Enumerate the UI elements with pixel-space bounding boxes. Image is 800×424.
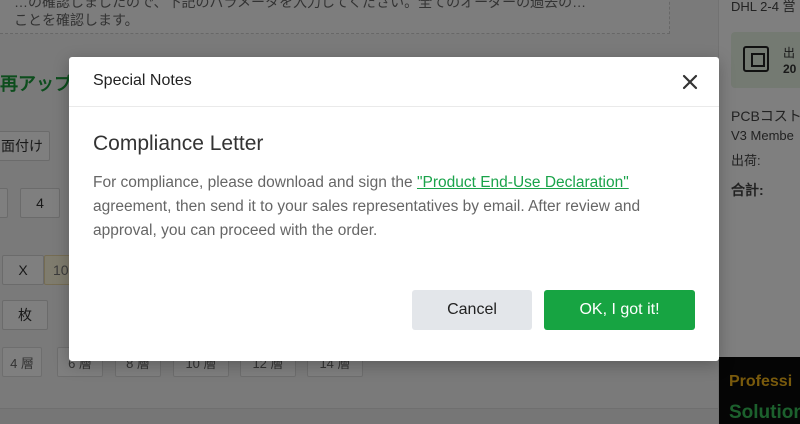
cancel-button[interactable]: Cancel bbox=[412, 290, 532, 330]
body-suffix: agreement, then send it to your sales re… bbox=[93, 198, 641, 239]
body-prefix: For compliance, please download and sign… bbox=[93, 174, 417, 191]
declaration-link[interactable]: "Product End-Use Declaration" bbox=[417, 174, 629, 191]
letter-body: For compliance, please download and sign… bbox=[93, 171, 697, 243]
ok-button[interactable]: OK, I got it! bbox=[544, 290, 695, 330]
dialog-header: Special Notes bbox=[69, 57, 719, 107]
special-notes-dialog: Special Notes Compliance Letter For comp… bbox=[69, 57, 719, 361]
close-icon[interactable] bbox=[679, 71, 701, 93]
dialog-title: Special Notes bbox=[93, 72, 192, 89]
letter-title: Compliance Letter bbox=[93, 132, 264, 155]
